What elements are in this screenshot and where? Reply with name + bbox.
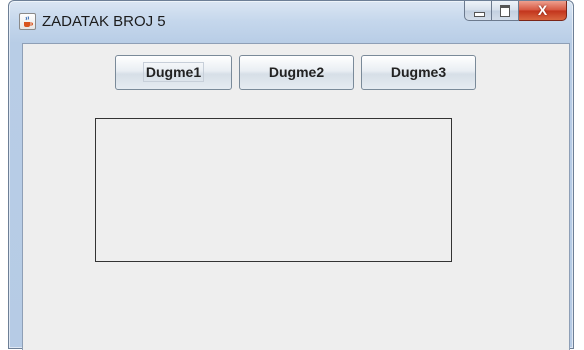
maximize-icon bbox=[500, 5, 510, 17]
app-window: ZADATAK BROJ 5 X Dugme1 Dugme2 Dugme3 bbox=[8, 0, 574, 350]
content-pane: Dugme1 Dugme2 Dugme3 bbox=[22, 43, 570, 350]
bordered-panel bbox=[95, 118, 452, 262]
title-bar[interactable]: ZADATAK BROJ 5 X bbox=[9, 1, 573, 43]
window-controls: X bbox=[464, 1, 567, 21]
java-coffee-icon[interactable] bbox=[19, 13, 36, 30]
maximize-button[interactable] bbox=[492, 1, 519, 21]
close-icon: X bbox=[537, 2, 548, 18]
window-title: ZADATAK BROJ 5 bbox=[42, 13, 166, 30]
dugme2-label: Dugme2 bbox=[268, 64, 325, 80]
dugme1-button[interactable]: Dugme1 bbox=[115, 55, 232, 90]
minimize-button[interactable] bbox=[464, 1, 492, 21]
minimize-icon bbox=[474, 12, 485, 17]
dugme1-label: Dugme1 bbox=[142, 62, 205, 82]
close-button[interactable]: X bbox=[519, 1, 567, 21]
dugme2-button[interactable]: Dugme2 bbox=[239, 55, 354, 90]
dugme3-button[interactable]: Dugme3 bbox=[361, 55, 476, 90]
dugme3-label: Dugme3 bbox=[390, 64, 447, 80]
